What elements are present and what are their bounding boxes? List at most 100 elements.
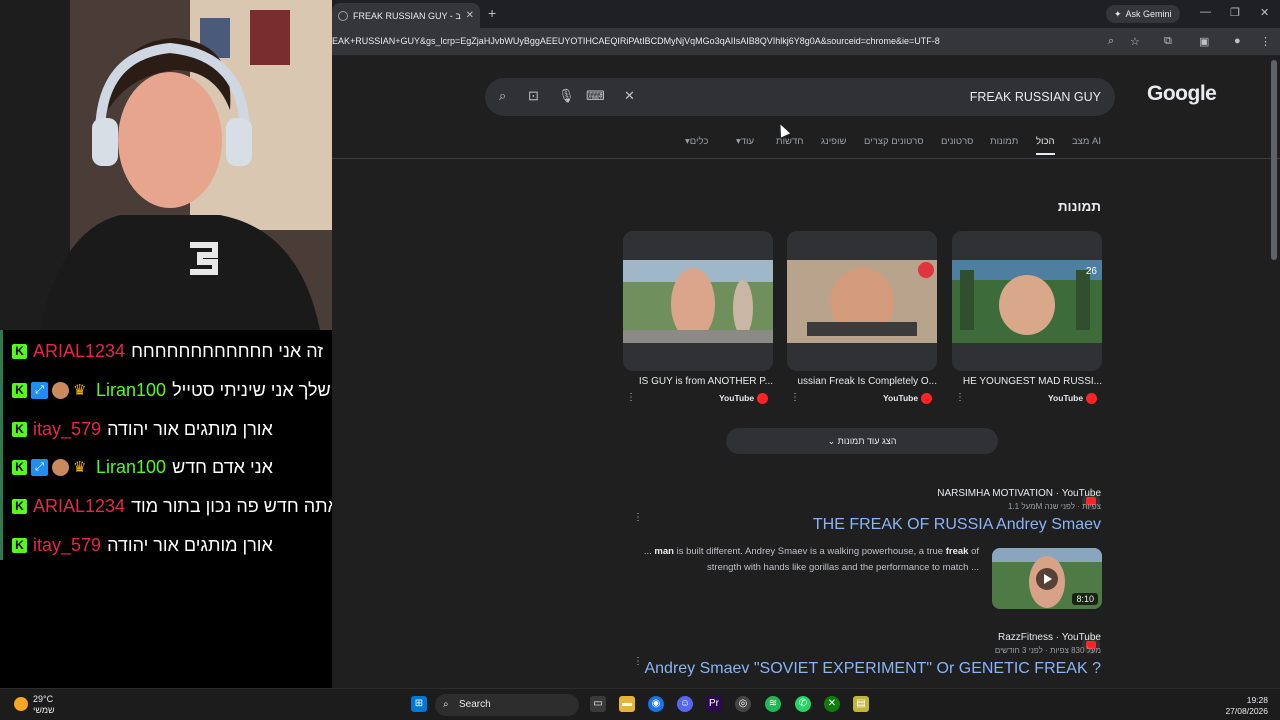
windows-start-icon[interactable]: ⊞	[411, 696, 427, 712]
image-card[interactable]	[787, 231, 937, 371]
taskbar-search[interactable]: ⌕ Search	[435, 694, 579, 716]
file-explorer-icon[interactable]: ▬	[619, 696, 635, 712]
image-card[interactable]	[623, 231, 773, 371]
side-panel-icon[interactable]: ▣	[1199, 35, 1209, 48]
whatsapp-icon[interactable]: ✆	[795, 696, 811, 712]
youtube-icon	[1086, 393, 1098, 405]
extensions-icon[interactable]: ⧉	[1164, 35, 1172, 48]
more-options-icon[interactable]: ⋮	[790, 392, 800, 403]
result-title-link[interactable]: Andrey Smaev "SOVIET EXPERIMENT" Or GENE…	[644, 660, 1101, 678]
tab-more[interactable]: ▾ עוד	[736, 136, 754, 147]
image-thumbnail	[787, 260, 937, 343]
tab-images[interactable]: תמונות	[990, 136, 1018, 147]
play-icon[interactable]	[1036, 568, 1058, 590]
xbox-icon[interactable]: ✕	[824, 696, 840, 712]
chat-username: ARIAL1234	[33, 340, 126, 361]
svg-text:26: 26	[1086, 266, 1098, 277]
subscriber-badge-icon: ⤢	[31, 381, 48, 399]
zoom-icon[interactable]: ⌕	[1108, 35, 1114, 48]
menu-kebab-icon[interactable]: ⋮	[1260, 35, 1271, 48]
lens-icon[interactable]: ⊡	[528, 88, 539, 104]
gemini-sparkle-icon: ✦	[1114, 8, 1122, 19]
discord-icon[interactable]: ☺	[677, 696, 693, 712]
tab-all[interactable]: הכול	[1036, 136, 1055, 155]
chat-username: itay_579	[33, 418, 102, 439]
windows-taskbar: 29°C שמשי ⊞ ⌕ Search ▭ ▬ ◉ ☺ Pr ◎ ≋ ✆ ✕ …	[0, 688, 1280, 720]
source-label: YouTube	[719, 393, 755, 403]
image-card-title[interactable]: HE YOUNGEST MAD RUSSI...	[952, 376, 1102, 387]
tab-short-videos[interactable]: סרטונים קצרים	[864, 136, 924, 147]
image-card-source: YouTube	[719, 393, 769, 405]
tab-tools-label: כלים	[689, 136, 709, 147]
weather-icon[interactable]	[14, 697, 28, 711]
more-options-icon[interactable]: ⋮	[626, 392, 636, 403]
search-result: RazzFitness · YouTube מעל 830 צפיות · לפ…	[644, 632, 1101, 678]
taskbar-search-label: Search	[459, 699, 491, 710]
snippet-part: is built different. Andrey Smaev is a wa…	[673, 546, 946, 557]
image-card[interactable]: 26	[952, 231, 1102, 371]
microphone-icon[interactable]: 🎙	[558, 88, 575, 104]
snippet-bold: freak	[945, 546, 969, 557]
result-source: RazzFitness · YouTube	[997, 632, 1101, 643]
crown-badge-icon: ♛	[73, 381, 87, 399]
profile-avatar-icon[interactable]: ●	[1234, 35, 1241, 47]
weather-widget[interactable]: 29°C שמשי	[33, 694, 55, 716]
kick-badge-icon: K	[12, 537, 27, 553]
minimize-icon[interactable]: —	[1200, 6, 1211, 18]
keyboard-icon[interactable]: ⌨	[586, 88, 605, 104]
result-source: NARSIMHA MOTIVATION · YouTube	[937, 488, 1101, 499]
image-thumbnail	[623, 260, 773, 343]
task-view-icon[interactable]: ▭	[590, 696, 606, 712]
screen: K ARIAL1234 זה אני חחחחחחחחחחחח K ⤢ ♛ Li…	[0, 0, 1280, 720]
image-card-title[interactable]: ussian Freak Is Completely O...	[787, 376, 938, 387]
chat-username: Liran100	[96, 456, 167, 477]
image-card-title[interactable]: IS GUY is from ANOTHER P...	[623, 376, 773, 387]
clock-date: 27/08/2026	[1225, 706, 1268, 716]
tabs-divider	[332, 158, 1280, 159]
result-meta: מעל 830 צפיות · לפני 3 חודשים	[994, 646, 1101, 655]
search-tabs: מצב AI הכול תמונות סרטונים סרטונים קצרים…	[332, 136, 1280, 158]
system-clock[interactable]: 19:28 27/08/2026	[1225, 695, 1268, 717]
chat-username: ARIAL1234	[33, 495, 126, 516]
result-title-link[interactable]: THE FREAK OF RUSSIA Andrey Smaev	[813, 516, 1101, 534]
youtube-icon	[757, 393, 769, 405]
close-window-icon[interactable]: ✕	[1260, 6, 1269, 19]
close-tab-icon[interactable]: ✕	[466, 10, 474, 21]
more-options-icon[interactable]: ⋮	[955, 392, 965, 403]
google-logo[interactable]: Google	[1147, 82, 1217, 106]
source-label: YouTube	[883, 393, 919, 403]
more-options-icon[interactable]: ⋮	[633, 656, 643, 667]
result-snippet: ... man is built different. Andrey Smaev…	[619, 544, 979, 576]
crown-badge-icon: ♛	[73, 458, 87, 476]
more-options-icon[interactable]: ⋮	[633, 512, 643, 523]
clear-icon[interactable]: ✕	[624, 88, 635, 104]
face-badge-icon	[52, 381, 69, 399]
browser-tab[interactable]: FREAK RUSSIAN GUY - חיפוש ב ✕	[332, 3, 480, 28]
weather-condition: שמשי	[33, 705, 55, 715]
bookmark-star-icon[interactable]: ☆	[1130, 35, 1140, 48]
obs-icon[interactable]: ◎	[735, 696, 751, 712]
spotify-icon[interactable]: ≋	[765, 696, 781, 712]
premiere-icon[interactable]: Pr	[706, 696, 722, 712]
video-thumbnail[interactable]: 8:10	[992, 548, 1102, 609]
app-icon[interactable]: ▤	[853, 696, 869, 712]
ask-gemini-button[interactable]: ✦ Ask Gemini	[1106, 5, 1180, 23]
tab-tools[interactable]: ▾ כלים	[685, 136, 708, 147]
kick-badge-icon: K	[12, 343, 27, 359]
kick-badge-icon: K	[12, 459, 27, 475]
new-tab-button[interactable]: +	[488, 5, 496, 21]
show-more-images-button[interactable]: ⌄ הצג עוד תמונות	[726, 428, 998, 454]
search-input[interactable]: FREAK RUSSIAN GUY	[970, 90, 1101, 104]
snippet-bold: man	[654, 546, 674, 557]
chat-username: itay_579	[33, 534, 102, 555]
restore-icon[interactable]: ❐	[1230, 6, 1240, 19]
search-icon[interactable]: ⌕	[499, 88, 506, 104]
search-box[interactable]: ⌕ ⊡ 🎙 ⌨ ✕ FREAK RUSSIAN GUY	[485, 78, 1115, 116]
snippet-part: ...	[643, 546, 655, 557]
chrome-icon[interactable]: ◉	[648, 696, 664, 712]
tab-videos[interactable]: סרטונים	[941, 136, 973, 147]
page-scrollbar[interactable]	[1271, 60, 1277, 260]
tab-ai-mode[interactable]: מצב AI	[1072, 136, 1101, 147]
url-field[interactable]: EAK+RUSSIAN+GUY&gs_lcrp=EgZjaHJvbWUyBggA…	[332, 36, 940, 46]
tab-shopping[interactable]: שופינג	[821, 136, 846, 147]
